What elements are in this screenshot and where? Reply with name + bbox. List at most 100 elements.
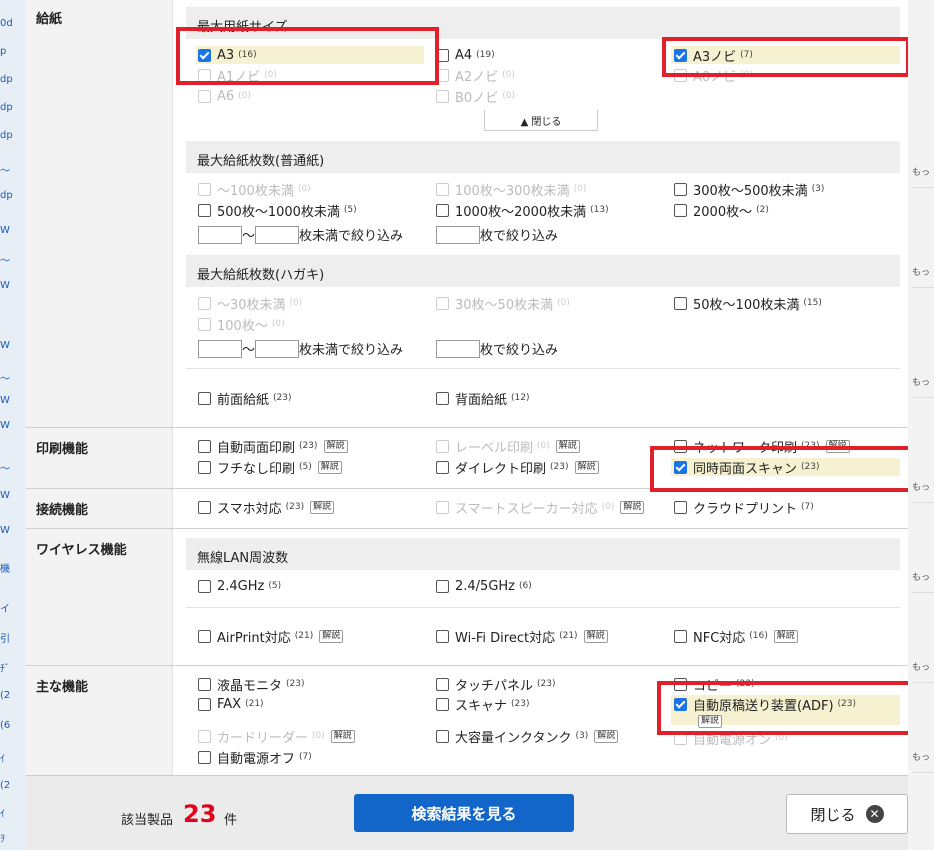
bg-text: ～: [0, 256, 10, 267]
explain-button[interactable]: 解説: [583, 629, 608, 643]
option-count: (0): [557, 298, 570, 308]
checkbox-capacity-plain[interactable]: 300枚～500枚未満 (3): [674, 181, 825, 199]
checkbox-borderless-print[interactable]: フチなし印刷 (5) 解説: [198, 459, 342, 477]
checkbox-capacity-postcard[interactable]: 50枚～100枚未満 (15): [674, 295, 822, 313]
bg-more-link: もっ: [912, 480, 934, 503]
exact-count-input[interactable]: [436, 225, 480, 244]
checkbox-icon[interactable]: [436, 697, 449, 711]
checkbox-smartphone[interactable]: スマホ対応 (23) 解説: [198, 499, 335, 517]
checkbox-lcd[interactable]: 液晶モニタ (23): [198, 676, 305, 694]
checkbox-rear-feed[interactable]: 背面給紙 (12): [436, 390, 530, 408]
checkbox-auto-duplex[interactable]: 自動両面印刷 (23) 解説: [198, 438, 348, 456]
checkbox-icon[interactable]: [198, 629, 211, 643]
checkbox-icon[interactable]: [436, 629, 449, 643]
checkbox-direct-print[interactable]: ダイレクト印刷 (23) 解説: [436, 459, 599, 477]
checkbox-icon[interactable]: [436, 203, 449, 217]
checkbox-icon[interactable]: [674, 182, 687, 196]
checkbox-icon[interactable]: [198, 677, 211, 691]
checkbox-paper-a4[interactable]: A4 (19): [436, 47, 495, 63]
checkbox-icon[interactable]: [674, 629, 687, 643]
option-count: (13): [590, 205, 609, 215]
checkbox-icon[interactable]: [198, 697, 211, 711]
checkbox-auto-power-off[interactable]: 自動電源オフ (7): [198, 749, 312, 767]
bg-more-link: もっ: [912, 265, 934, 288]
checkbox-nfc[interactable]: NFC対応 (16) 解説: [674, 628, 798, 646]
range-max-input[interactable]: [255, 225, 300, 244]
checkbox-icon[interactable]: [198, 203, 211, 217]
checkbox-icon[interactable]: [198, 500, 211, 514]
explain-button[interactable]: 解説: [555, 439, 580, 453]
explain-button[interactable]: 解説: [330, 729, 355, 743]
explain-button[interactable]: 解説: [323, 439, 348, 453]
bg-text: ～: [0, 166, 10, 177]
checkbox-scanner[interactable]: スキャナ (23): [436, 696, 530, 714]
checkbox-icon[interactable]: [198, 439, 211, 453]
close-button[interactable]: 閉じる ✕: [786, 794, 908, 834]
checkbox-icon[interactable]: [198, 579, 211, 593]
subheading-capacity-postcard: 最大給紙枚数(ハガキ): [186, 255, 900, 287]
explain-button[interactable]: 解説: [319, 629, 344, 643]
explain-button[interactable]: 解説: [773, 629, 798, 643]
checkbox-icon[interactable]: [674, 500, 687, 514]
explain-button[interactable]: 解説: [574, 460, 599, 474]
checkbox-ink-tank[interactable]: 大容量インクタンク (3) 解説: [436, 728, 619, 746]
checkbox-icon[interactable]: [436, 391, 449, 405]
checkbox-capacity-plain[interactable]: 500枚～1000枚未満 (5): [198, 202, 357, 220]
option-count: (0): [271, 319, 285, 329]
checkbox-fax[interactable]: FAX (21): [198, 696, 264, 712]
checkbox-paper-a6: A6 (0): [198, 88, 251, 104]
checkbox-icon[interactable]: [198, 391, 211, 405]
explain-button[interactable]: 解説: [620, 500, 645, 514]
checkbox-icon: [198, 182, 211, 196]
explain-button[interactable]: 解説: [310, 500, 335, 514]
checkbox-icon: [436, 296, 449, 310]
checkbox-airprint[interactable]: AirPrint対応 (21) 解説: [198, 628, 344, 646]
checkbox-icon[interactable]: [674, 203, 687, 217]
bg-text: W: [0, 420, 10, 431]
background-page-left: 0d p dp dp dp ～ dp W ～ W W ～ W W ～ W W 機…: [0, 0, 26, 850]
view-results-label: 検索結果を見る: [411, 804, 517, 823]
checkbox-freq-2-4ghz[interactable]: 2.4GHz (5): [198, 578, 281, 594]
option-label: 100枚～: [217, 318, 268, 334]
bg-text: ～: [0, 464, 10, 475]
option-label: AirPrint対応: [217, 630, 291, 646]
checkbox-cloud-print[interactable]: クラウドプリント (7): [674, 499, 814, 517]
checkbox-icon[interactable]: [436, 579, 449, 593]
result-count-label: 該当製品: [121, 813, 174, 828]
checkbox-icon[interactable]: [436, 729, 449, 743]
view-results-button[interactable]: 検索結果を見る: [354, 794, 574, 832]
option-label: ～30枚未満: [217, 297, 286, 313]
range-max-input[interactable]: [255, 339, 300, 358]
checkbox-paper-a2-nobi: A2ノビ (0): [436, 67, 515, 85]
checkbox-icon[interactable]: [674, 296, 687, 310]
checkbox-icon: [198, 296, 211, 310]
checkbox-freq-dual[interactable]: 2.4/5GHz (6): [436, 578, 532, 594]
bg-text: ｲ: [0, 754, 5, 765]
option-count: (3): [811, 184, 825, 194]
exact-count-input[interactable]: [436, 339, 480, 358]
checkbox-icon[interactable]: [436, 460, 449, 474]
checkbox-icon[interactable]: [436, 677, 449, 691]
option-count: (21): [245, 699, 264, 709]
checkbox-touch-panel[interactable]: タッチパネル (23): [436, 676, 556, 694]
checkbox-icon[interactable]: [198, 460, 211, 474]
range-min-input[interactable]: [198, 225, 242, 244]
option-label: 300枚～500枚未満: [693, 183, 808, 199]
collapse-button[interactable]: ▲ 閉じる: [484, 110, 598, 131]
checkbox-capacity-plain[interactable]: 2000枚～ (2): [674, 202, 769, 220]
bg-text: 0d: [0, 18, 13, 29]
checkbox-icon[interactable]: [198, 750, 211, 764]
checkbox-front-feed[interactable]: 前面給紙 (23): [198, 390, 292, 408]
divider: [186, 368, 900, 369]
checkbox-icon: [436, 439, 449, 453]
checkbox-capacity-plain[interactable]: 1000枚～2000枚未満 (13): [436, 202, 609, 220]
explain-button[interactable]: 解説: [317, 460, 342, 474]
option-label: 背面給紙: [455, 392, 508, 408]
subheading-text: 最大給紙枚数(普通紙): [197, 154, 325, 169]
range-min-input[interactable]: [198, 339, 242, 358]
checkbox-paper-b0-nobi: B0ノビ (0): [436, 88, 515, 106]
checkbox-wifi-direct[interactable]: Wi-Fi Direct対応 (21) 解説: [436, 628, 608, 646]
option-label: 1000枚～2000枚未満: [455, 204, 587, 220]
explain-button[interactable]: 解説: [594, 729, 619, 743]
option-label: ダイレクト印刷: [455, 461, 547, 477]
